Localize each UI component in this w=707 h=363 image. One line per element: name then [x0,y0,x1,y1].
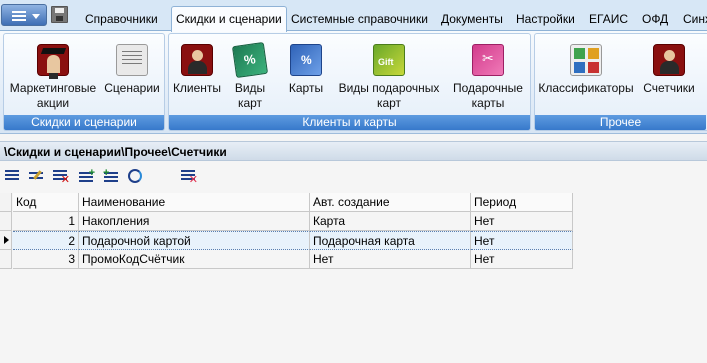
cell-name[interactable]: Накопления [79,212,310,231]
column-header-code[interactable]: Код [13,193,79,212]
ribbon-group-discounts-scenarios: Маркетинговые акции Сценарии Скидки и сц… [3,33,165,131]
cell-period[interactable]: Нет [471,212,573,231]
clear-filter-icon[interactable]: ✕ [180,168,198,186]
tab-egais[interactable]: ЕГАИС [589,8,628,30]
button-label: Сценарии [104,81,160,95]
gift-card-types-button[interactable]: Виды подарочных карт [337,44,441,111]
cell-period[interactable]: Нет [471,250,573,269]
grid-toolbar: ✕ + + ✕ [0,163,707,189]
gift-cards-button[interactable]: Подарочные карты [448,44,528,111]
marketing-promos-button[interactable]: Маркетинговые акции [6,44,100,111]
cell-name[interactable]: Подарочной картой [79,231,310,250]
marketing-promo-icon [37,44,69,76]
cell-code[interactable]: 2 [13,231,79,250]
button-label: Подарочные [453,81,523,95]
tab-system-directories[interactable]: Системные справочники [291,8,428,30]
table-row[interactable]: 1 Накопления Карта Нет [0,212,573,231]
tab-sync[interactable]: Синх [683,8,707,30]
save-icon[interactable] [51,6,68,23]
card-types-button[interactable]: Виды карт [227,41,273,111]
gift-card-types-icon [373,44,405,76]
button-label: Счетчики [643,81,695,95]
cell-auto-create[interactable]: Карта [310,212,471,231]
cards-button[interactable]: Карты [281,44,331,96]
button-label: акции [36,96,70,110]
ribbon-group-other: Классификаторы Счетчики Прочее [534,33,707,131]
scenarios-document-icon [116,44,148,76]
button-label: карты [471,96,505,110]
ribbon-panel: Маркетинговые акции Сценарии Скидки и сц… [0,31,707,134]
edit-record-icon[interactable] [28,168,45,184]
button-label: Классификаторы [538,81,634,95]
column-header-name[interactable]: Наименование [79,193,310,212]
list-view-icon[interactable] [4,168,21,184]
tab-directories[interactable]: Справочники [85,8,158,30]
button-label: Виды подарочных [338,81,440,95]
menu-lines-icon [12,11,26,21]
cell-auto-create[interactable]: Нет [310,250,471,269]
table-row-selected[interactable]: 2 Подарочной картой Подарочная карта Нет [0,231,573,250]
application-menu-button[interactable] [1,4,47,26]
delete-record-icon[interactable]: ✕ [52,168,70,186]
column-header-period[interactable]: Период [471,193,573,212]
button-label: Маркетинговые [9,81,97,95]
button-label: карт [237,96,263,110]
current-row-arrow-icon [4,236,9,244]
tab-discounts-scenarios[interactable]: Скидки и сценарии [171,6,287,32]
ribbon-group-label: Клиенты и карты [169,115,530,130]
cell-code[interactable]: 3 [13,250,79,269]
classifiers-button[interactable]: Классификаторы [537,44,635,96]
ribbon-tab-strip: Справочники Скидки и сценарии Системные … [0,0,707,32]
chevron-down-icon [32,14,40,19]
row-indicator [0,250,12,269]
table-row[interactable]: 3 ПромоКодСчётчик Нет Нет [0,250,573,269]
button-label: Карты [288,81,324,95]
cell-name[interactable]: ПромоКодСчётчик [79,250,310,269]
cell-code[interactable]: 1 [13,212,79,231]
gift-cards-icon [472,44,504,76]
row-indicator [0,231,12,250]
cell-period[interactable]: Нет [471,231,573,250]
table-header-row: Код Наименование Авт. создание Период [0,193,573,212]
ribbon-group-label: Прочее [535,115,706,130]
cell-auto-create[interactable]: Подарочная карта [310,231,471,250]
tab-documents[interactable]: Документы [441,8,503,30]
column-header-auto-create[interactable]: Авт. создание [310,193,471,212]
counters-person-icon [653,44,685,76]
add-record-icon[interactable]: + [78,168,95,184]
tab-settings[interactable]: Настройки [516,8,575,30]
tab-ofd[interactable]: ОФД [642,8,668,30]
breadcrumb: \Скидки и сценарии\Прочее\Счетчики [0,141,707,161]
clients-button[interactable]: Клиенты [171,44,223,96]
scenarios-button[interactable]: Сценарии [102,44,162,96]
refresh-icon[interactable] [127,168,144,184]
button-label: Клиенты [172,81,222,95]
classifiers-icon [570,44,602,76]
ribbon-group-label: Скидки и сценарии [4,115,164,130]
ribbon-group-clients-cards: Клиенты Виды карт Карты Виды подарочных … [168,33,531,131]
row-indicator-header [0,193,12,212]
counters-button[interactable]: Счетчики [639,44,699,96]
row-indicator [0,212,12,231]
add-child-record-icon[interactable]: + [103,168,120,184]
card-types-icon [231,41,269,79]
button-label: карт [376,96,402,110]
button-label: Виды [234,81,266,95]
clients-person-icon [181,44,213,76]
cards-icon [290,44,322,76]
